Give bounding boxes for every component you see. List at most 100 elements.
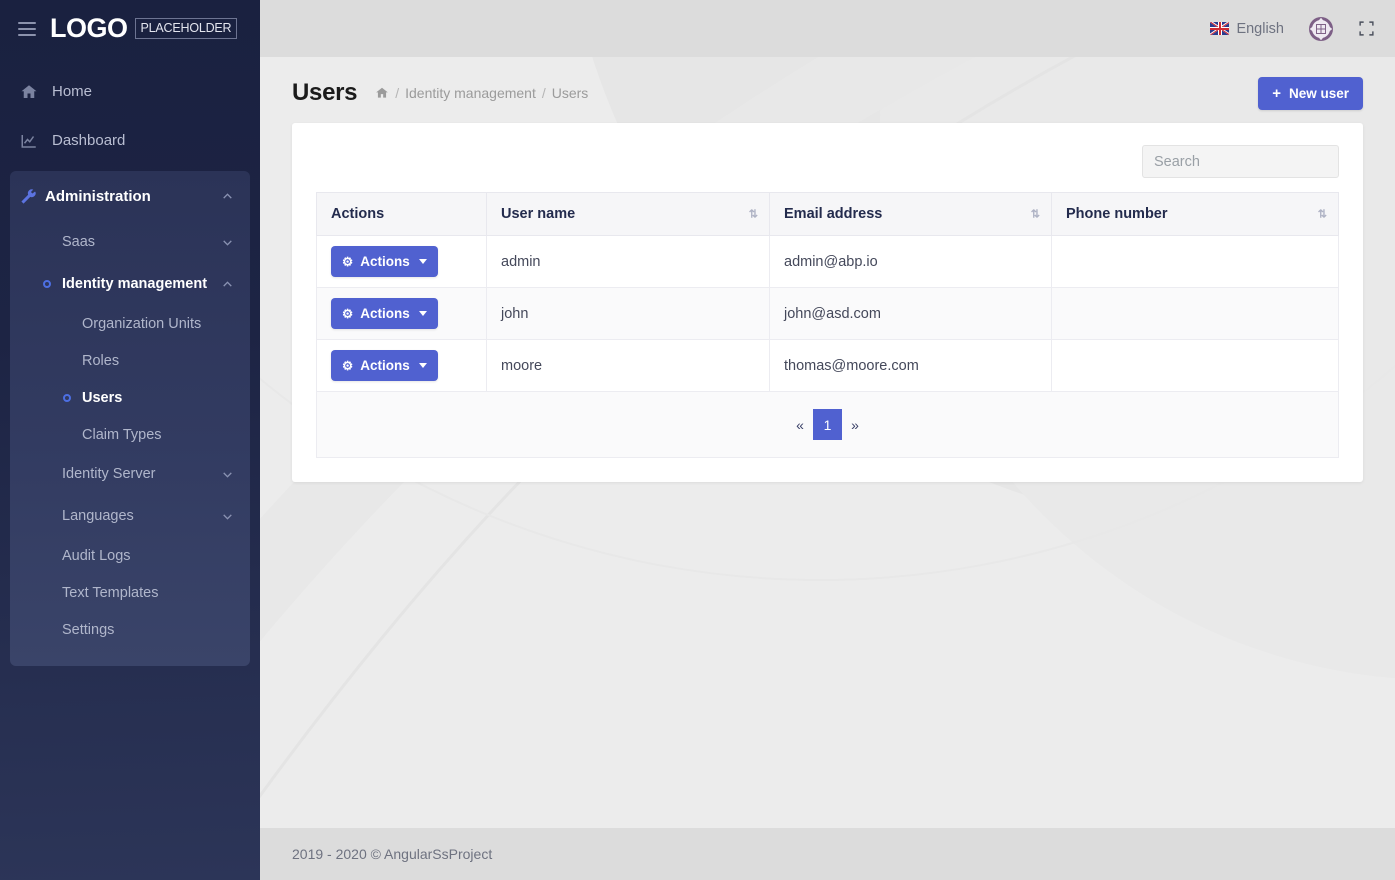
- search-row: [316, 145, 1339, 178]
- topbar: English: [260, 0, 1395, 57]
- cell-actions: ⚙ Actions: [316, 235, 487, 288]
- sidebar-item-identity-management[interactable]: Identity management: [10, 263, 250, 305]
- table-row: ⚙ Actions moore thomas@moore.com: [316, 339, 1339, 392]
- search-input[interactable]: [1142, 145, 1339, 178]
- sidebar-item-languages[interactable]: Languages: [10, 495, 250, 537]
- footer-text: 2019 - 2020 © AngularSsProject: [292, 846, 493, 862]
- cell-pagination: « 1 »: [316, 391, 1339, 458]
- active-indicator-icon: [43, 280, 51, 288]
- sidebar-item-identity-server[interactable]: Identity Server: [10, 453, 250, 495]
- sidebar-nav: Home Dashboard Administration Saas Ident…: [0, 57, 260, 666]
- new-user-button-label: New user: [1288, 85, 1349, 101]
- sort-icon: ⇅: [1030, 208, 1040, 221]
- cell-user-name: john: [486, 287, 770, 340]
- table-pagination-row: « 1 »: [316, 391, 1339, 458]
- chevron-up-icon: [221, 190, 234, 203]
- new-user-button[interactable]: + New user: [1258, 76, 1363, 110]
- column-header-email-address[interactable]: Email address ⇅: [769, 192, 1052, 236]
- sidebar-item-label: Text Templates: [62, 584, 159, 601]
- row-actions-label: Actions: [360, 306, 410, 321]
- sidebar-item-label: Home: [52, 83, 93, 100]
- sidebar-item-label: Saas: [62, 234, 96, 250]
- row-actions-label: Actions: [360, 358, 410, 373]
- breadcrumb-separator: /: [395, 85, 400, 101]
- sidebar-item-audit-logs[interactable]: Audit Logs: [10, 537, 250, 574]
- gear-icon: ⚙: [342, 359, 354, 373]
- users-card: Actions User name ⇅ Email address ⇅: [292, 123, 1363, 482]
- chart-line-icon: [20, 132, 46, 150]
- chevron-down-icon: [418, 311, 427, 316]
- sidebar-item-label: Users: [82, 389, 123, 406]
- column-header-actions[interactable]: Actions: [316, 192, 487, 236]
- chevron-down-icon: [221, 468, 234, 481]
- pagination: « 1 »: [331, 402, 1324, 447]
- user-avatar-icon[interactable]: [1306, 14, 1336, 44]
- column-label: Email address: [784, 206, 883, 222]
- home-icon: [20, 83, 46, 101]
- chevron-down-icon: [418, 259, 427, 264]
- sidebar-item-saas[interactable]: Saas: [10, 221, 250, 263]
- sidebar-item-claim-types[interactable]: Claim Types: [10, 416, 250, 453]
- sidebar-item-organization-units[interactable]: Organization Units: [10, 305, 250, 342]
- column-label: User name: [501, 206, 576, 222]
- sidebar-item-label: Dashboard: [52, 132, 126, 149]
- pagination-page-1[interactable]: 1: [813, 409, 842, 440]
- fullscreen-icon[interactable]: [1358, 20, 1375, 37]
- plus-icon: +: [1272, 84, 1281, 102]
- sort-icon: ⇅: [1317, 208, 1327, 221]
- sidebar-item-label: Administration: [45, 187, 151, 205]
- cell-phone: [1051, 339, 1339, 392]
- cell-user-name: admin: [486, 235, 770, 288]
- sidebar-item-roles[interactable]: Roles: [10, 342, 250, 379]
- sidebar-item-label: Audit Logs: [62, 547, 131, 564]
- column-label: Actions: [331, 206, 385, 222]
- column-label: Phone number: [1066, 206, 1168, 222]
- language-label: English: [1236, 20, 1284, 37]
- sidebar-item-settings[interactable]: Settings: [10, 611, 250, 648]
- cell-phone: [1051, 235, 1339, 288]
- home-icon[interactable]: [375, 86, 389, 100]
- cell-email: admin@abp.io: [769, 235, 1052, 288]
- page-title: Users: [292, 79, 358, 106]
- app-root: LOGO PLACEHOLDER Home Dashboard Administ…: [0, 0, 1395, 880]
- sidebar-item-label: Identity Server: [62, 466, 156, 482]
- table-header-row: Actions User name ⇅ Email address ⇅ Phon…: [316, 192, 1339, 236]
- sidebar-item-administration[interactable]: Administration: [10, 171, 250, 221]
- table-row: ⚙ Actions admin admin@abp.io: [316, 235, 1339, 288]
- row-actions-button[interactable]: ⚙ Actions: [331, 350, 438, 381]
- sidebar-item-dashboard[interactable]: Dashboard: [0, 116, 260, 165]
- cell-user-name: moore: [486, 339, 770, 392]
- cell-email: thomas@moore.com: [769, 339, 1052, 392]
- row-actions-button[interactable]: ⚙ Actions: [331, 246, 438, 277]
- table-head: Actions User name ⇅ Email address ⇅ Phon…: [316, 192, 1339, 236]
- breadcrumb-item-users[interactable]: Users: [552, 85, 589, 101]
- logo-text: LOGO: [50, 13, 128, 43]
- chevron-down-icon: [221, 236, 234, 249]
- sidebar-group-administration: Administration Saas Identity management: [10, 171, 250, 666]
- table-body: ⚙ Actions admin admin@abp.io ⚙ Actions j…: [316, 235, 1339, 458]
- main-area: English Users / Identity management / Us…: [260, 0, 1395, 880]
- cell-actions: ⚙ Actions: [316, 339, 487, 392]
- breadcrumb-item-identity-management[interactable]: Identity management: [405, 85, 536, 101]
- gear-icon: ⚙: [342, 255, 354, 269]
- chevron-down-icon: [221, 510, 234, 523]
- sidebar-brand: LOGO PLACEHOLDER: [0, 0, 260, 57]
- sidebar-item-text-templates[interactable]: Text Templates: [10, 574, 250, 611]
- cell-phone: [1051, 287, 1339, 340]
- footer: 2019 - 2020 © AngularSsProject: [260, 828, 1395, 880]
- logo[interactable]: LOGO PLACEHOLDER: [50, 13, 238, 44]
- sidebar-item-label: Settings: [62, 621, 115, 638]
- language-selector[interactable]: English: [1210, 21, 1284, 37]
- pagination-prev[interactable]: «: [787, 409, 813, 440]
- cell-actions: ⚙ Actions: [316, 287, 487, 340]
- column-header-phone-number[interactable]: Phone number ⇅: [1051, 192, 1339, 236]
- hamburger-icon[interactable]: [18, 21, 36, 36]
- row-actions-label: Actions: [360, 254, 410, 269]
- pagination-next[interactable]: »: [842, 409, 868, 440]
- sidebar-item-users[interactable]: Users: [10, 379, 250, 416]
- sidebar-item-home[interactable]: Home: [0, 67, 260, 116]
- column-header-user-name[interactable]: User name ⇅: [486, 192, 770, 236]
- sort-icon: ⇅: [748, 208, 758, 221]
- chevron-up-icon: [221, 278, 234, 291]
- row-actions-button[interactable]: ⚙ Actions: [331, 298, 438, 329]
